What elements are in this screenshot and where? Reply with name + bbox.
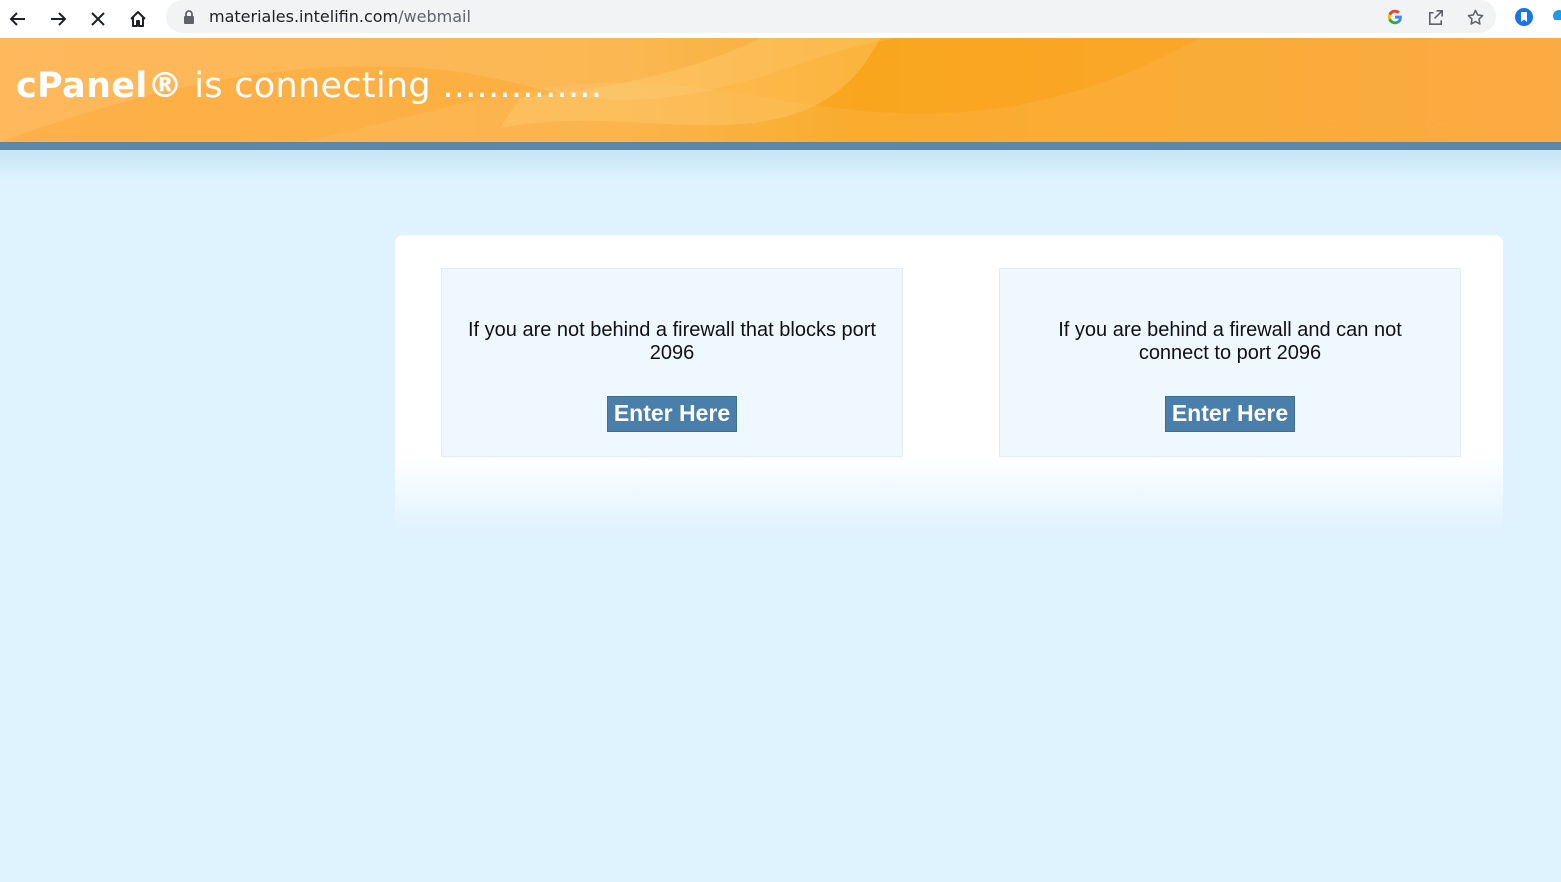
- url-path: /webmail: [398, 7, 471, 26]
- share-icon[interactable]: [1423, 5, 1447, 29]
- browser-toolbar: materiales.intelifin.com/webmail: [0, 0, 1561, 38]
- forward-arrow-icon[interactable]: [42, 3, 74, 35]
- header-stripe: [0, 142, 1561, 150]
- extension-icon[interactable]: [1512, 5, 1536, 29]
- title-text: is connecting ..............: [182, 66, 603, 106]
- option-description: If you are behind a firewall and can not…: [1058, 319, 1402, 364]
- option-description: If you are not behind a firewall that bl…: [467, 319, 876, 364]
- enter-here-button-proxy[interactable]: Enter Here: [1165, 396, 1295, 432]
- page-title: cPanel® is connecting ..............: [16, 66, 602, 106]
- enter-here-button-direct[interactable]: Enter Here: [607, 396, 737, 432]
- header-banner: cPanel® is connecting ..............: [0, 38, 1561, 142]
- brand-name: cPanel®: [16, 66, 183, 106]
- stop-loading-icon[interactable]: [82, 3, 114, 35]
- google-icon[interactable]: [1383, 5, 1407, 29]
- extension-icon-partial[interactable]: [1553, 10, 1561, 20]
- address-bar[interactable]: materiales.intelifin.com/webmail: [166, 0, 1496, 33]
- bookmark-star-icon[interactable]: [1463, 5, 1487, 29]
- lock-icon[interactable]: [182, 9, 196, 25]
- home-icon[interactable]: [122, 3, 154, 35]
- back-arrow-icon[interactable]: [2, 3, 34, 35]
- options-card: If you are not behind a firewall that bl…: [395, 235, 1503, 530]
- header-shadow: [0, 150, 1561, 180]
- option-panel-firewall: If you are behind a firewall and can not…: [999, 268, 1461, 457]
- option-panel-direct: If you are not behind a firewall that bl…: [441, 268, 903, 457]
- url-host: materiales.intelifin.com: [209, 7, 399, 26]
- url-text[interactable]: materiales.intelifin.com/webmail: [209, 7, 471, 26]
